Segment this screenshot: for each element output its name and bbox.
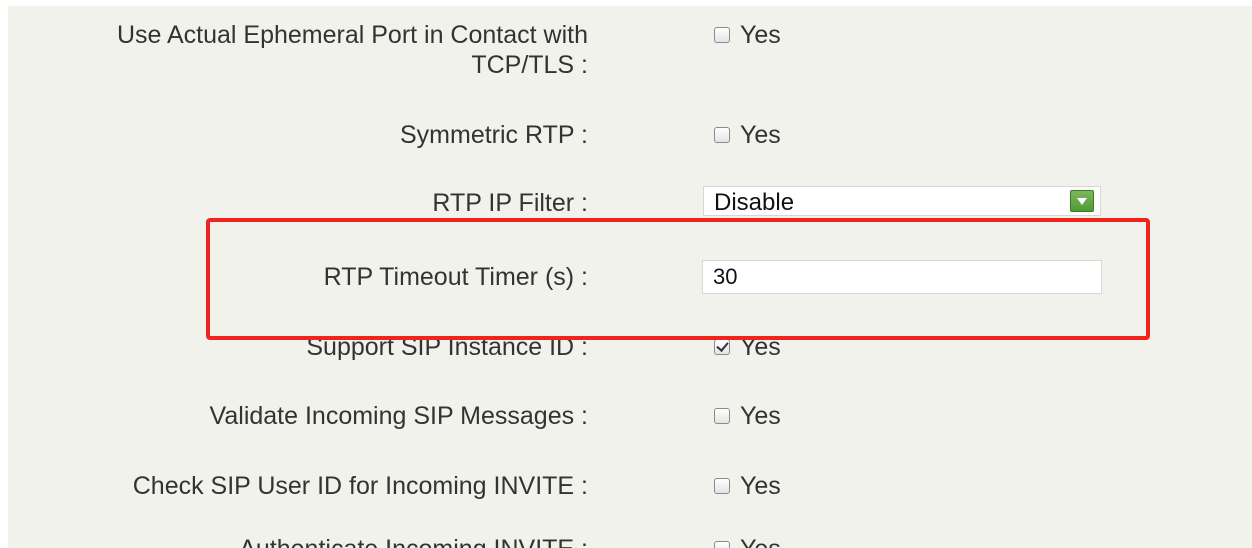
setting-label: Support SIP Instance ID : (306, 333, 588, 361)
setting-label: RTP Timeout Timer (s) : (323, 263, 588, 291)
triangle-down-icon[interactable] (1070, 190, 1094, 212)
select-value: Disable (714, 189, 795, 216)
setting-label: Validate Incoming SIP Messages : (209, 402, 588, 430)
settings-panel: Use Actual Ephemeral Port in Contact wit… (8, 6, 1252, 548)
checkbox-label: Yes (740, 333, 781, 361)
sip-instance-id-checkbox[interactable]: Yes (714, 332, 781, 362)
check-sip-user-id-checkbox[interactable]: Yes (714, 471, 781, 501)
checkbox-label: Yes (740, 472, 781, 500)
checkbox-label: Yes (740, 402, 781, 430)
rtp-ip-filter-select[interactable]: Disable (703, 186, 1101, 216)
ephemeral-port-checkbox[interactable]: Yes (714, 20, 781, 50)
checkbox-label: Yes (740, 121, 781, 149)
symmetric-rtp-checkbox[interactable]: Yes (714, 120, 781, 150)
setting-label: Authenticate Incoming INVITE : (239, 534, 588, 548)
checkbox-box[interactable] (714, 408, 730, 424)
checkbox-box[interactable] (714, 27, 730, 43)
checkbox-box[interactable] (714, 541, 730, 548)
checkbox-box[interactable] (714, 339, 730, 355)
setting-label: Use Actual Ephemeral Port in Contact wit… (116, 21, 588, 79)
setting-label: Symmetric RTP : (400, 121, 588, 149)
setting-label: Check SIP User ID for Incoming INVITE : (132, 472, 588, 500)
rtp-timeout-input[interactable] (702, 260, 1102, 294)
authenticate-invite-checkbox[interactable]: Yes (714, 534, 781, 548)
validate-sip-checkbox[interactable]: Yes (714, 401, 781, 431)
checkbox-box[interactable] (714, 127, 730, 143)
checkbox-label: Yes (740, 21, 781, 49)
checkbox-label: Yes (740, 534, 781, 548)
setting-label: RTP IP Filter : (432, 189, 588, 217)
checkbox-box[interactable] (714, 478, 730, 494)
